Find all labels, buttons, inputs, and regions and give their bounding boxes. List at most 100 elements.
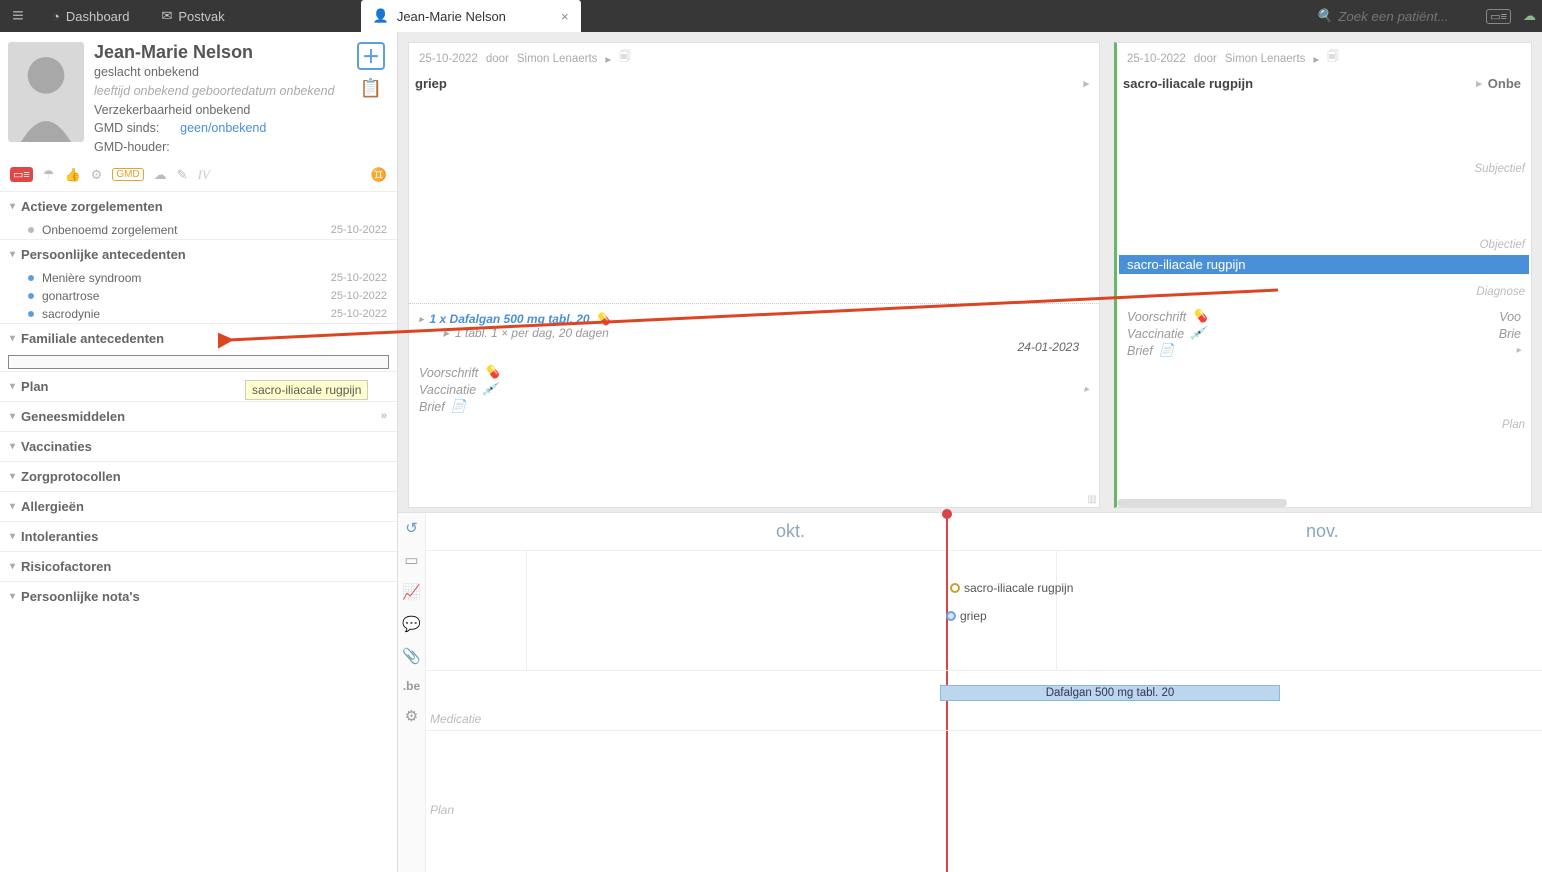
search-input[interactable] bbox=[1338, 9, 1468, 24]
contact-date: 25-10-2022 bbox=[419, 53, 478, 65]
add-button[interactable]: ＋ bbox=[357, 42, 385, 70]
diagnosis-selected[interactable]: sacro-iliacale rugpijn bbox=[1119, 255, 1529, 274]
section-allergieen: ▾ Allergieën bbox=[0, 491, 397, 521]
patient-gender: geslacht onbekend bbox=[94, 63, 347, 82]
dna-icon[interactable]: ♊ bbox=[371, 167, 387, 183]
section-header-actieve[interactable]: ▾ Actieve zorgelementen bbox=[0, 192, 397, 221]
drop-target[interactable] bbox=[8, 355, 389, 369]
settings-icon[interactable]: ⚙ bbox=[405, 707, 418, 725]
stack-icon[interactable]: 🗐 bbox=[1327, 49, 1339, 68]
vaccinatie-row[interactable]: Vaccinatie 💉 ▸ bbox=[419, 381, 1089, 398]
by-label: door bbox=[486, 53, 509, 65]
item-label: Onbenoemd zorgelement bbox=[42, 223, 177, 237]
timeline-row-medicatie: Medicatie Dafalgan 500 mg tabl. 20 bbox=[426, 671, 1542, 731]
section-header-familiale[interactable]: ▾ Familiale antecedenten bbox=[0, 324, 397, 353]
vaccinatie-row[interactable]: Vaccinatie 💉 Brie bbox=[1127, 325, 1521, 342]
section-vaccinaties: ▾ Vaccinaties bbox=[0, 431, 397, 461]
chat-icon[interactable]: 💬 bbox=[402, 615, 421, 633]
section-header-zorgprotocollen[interactable]: ▾ Zorgprotocollen bbox=[0, 462, 397, 491]
umbrella-icon[interactable]: ☂ bbox=[43, 167, 55, 183]
section-title: Vaccinaties bbox=[21, 439, 92, 454]
list-item[interactable]: gonartrose 25-10-2022 bbox=[0, 287, 397, 305]
section-header-notas[interactable]: ▾ Persoonlijke nota's bbox=[0, 582, 397, 611]
chevron-right-icon[interactable]: ▸ bbox=[1084, 384, 1089, 395]
contact-date: 25-10-2022 bbox=[1127, 53, 1186, 65]
syringe-icon: 💉 bbox=[1190, 326, 1206, 341]
horizontal-scrollbar[interactable] bbox=[1117, 499, 1287, 507]
med-title: 1 x Dafalgan 500 mg tabl. 20 bbox=[430, 312, 590, 326]
item-label: gonartrose bbox=[42, 289, 99, 303]
contact-meta: 25-10-2022 door Simon Lenaerts ▸ 🗐 bbox=[409, 43, 1099, 72]
nav-dashboard[interactable]: ◔ Dashboard bbox=[36, 9, 145, 24]
clipboard-icon[interactable]: 📋 bbox=[357, 78, 385, 99]
id-card-icon[interactable]: ▭≡ bbox=[1486, 9, 1511, 24]
stack-icon[interactable]: 🗐 bbox=[619, 49, 631, 68]
section-familiale: ▾ Familiale antecedenten bbox=[0, 323, 397, 369]
chart-icon[interactable]: 📈 bbox=[402, 583, 421, 601]
patient-age-birth: leeftijd onbekend geboortedatum onbekend bbox=[94, 82, 347, 101]
section-header-intoleranties[interactable]: ▾ Intoleranties bbox=[0, 522, 397, 551]
iv-label[interactable]: IV bbox=[198, 167, 210, 183]
section-header-persoonlijke[interactable]: ▾ Persoonlijke antecedenten bbox=[0, 240, 397, 269]
item-date: 25-10-2022 bbox=[331, 224, 387, 236]
bullet-icon bbox=[28, 275, 34, 281]
thumbs-up-icon[interactable]: 👍 bbox=[64, 167, 80, 183]
list-item[interactable]: Onbenoemd zorgelement 25-10-2022 bbox=[0, 221, 397, 239]
item-date: 25-10-2022 bbox=[331, 290, 387, 302]
chevron-right-icon[interactable]: ▸ bbox=[1313, 52, 1319, 66]
chevron-right-icon[interactable]: ▸ bbox=[1516, 345, 1521, 356]
menu-icon[interactable]: ≡ bbox=[0, 5, 36, 28]
pencil-icon[interactable]: ✎ bbox=[177, 167, 188, 183]
more-icon[interactable]: » bbox=[381, 410, 387, 422]
attachment-icon[interactable]: 📎 bbox=[402, 647, 421, 665]
nav-postvak[interactable]: ✉ Postvak bbox=[145, 8, 240, 24]
trunc-brie: Brie bbox=[1499, 327, 1521, 341]
timeline-tools: ↺ ▭ 📈 💬 📎 .be ⚙ bbox=[398, 513, 426, 872]
puzzle-icon[interactable]: ⚙ bbox=[91, 167, 103, 183]
history-icon[interactable]: ↺ bbox=[405, 519, 418, 537]
brief-row[interactable]: Brief 📄 bbox=[419, 398, 1089, 415]
timeline-event-griep[interactable]: griep bbox=[946, 609, 987, 623]
section-header-vaccinaties[interactable]: ▾ Vaccinaties bbox=[0, 432, 397, 461]
patient-tab[interactable]: 👤 Jean-Marie Nelson × bbox=[361, 0, 581, 32]
list-item[interactable]: sacrodynie 25-10-2022 bbox=[0, 305, 397, 323]
bullet-icon bbox=[946, 611, 956, 621]
voorschrift-row[interactable]: Voorschrift 💊 Voo bbox=[1127, 308, 1521, 325]
chevron-right-icon[interactable]: ▸ bbox=[1083, 77, 1089, 90]
gmd-badge[interactable]: GMD bbox=[112, 168, 143, 181]
list-item[interactable]: Menière syndroom 25-10-2022 bbox=[0, 269, 397, 287]
chevron-down-icon: ▾ bbox=[10, 411, 15, 422]
tab-label: Jean-Marie Nelson bbox=[397, 9, 506, 24]
contact-card-griep[interactable]: 25-10-2022 door Simon Lenaerts ▸ 🗐 griep… bbox=[408, 42, 1100, 508]
medication-block[interactable]: ▸ 1 x Dafalgan 500 mg tabl. 20 💊 ▸ 1 tab… bbox=[409, 308, 1099, 358]
resize-handle-icon[interactable]: ▥ bbox=[1088, 494, 1097, 505]
med-bar[interactable]: Dafalgan 500 mg tabl. 20 bbox=[940, 685, 1280, 701]
patient-search[interactable]: 🔍 bbox=[1316, 8, 1468, 24]
cloud-upload-icon[interactable]: ☁ bbox=[154, 167, 167, 183]
section-header-geneesmiddelen[interactable]: ▾ Geneesmiddelen » bbox=[0, 402, 397, 431]
timeline-event-sacro[interactable]: sacro-iliacale rugpijn bbox=[950, 581, 1073, 595]
bullet-icon bbox=[28, 311, 34, 317]
item-label: Menière syndroom bbox=[42, 271, 141, 285]
chevron-right-icon[interactable]: ▸ bbox=[1476, 77, 1482, 90]
brief-row[interactable]: Brief 📄 ▸ bbox=[1127, 342, 1521, 359]
contact-card-sacro[interactable]: 25-10-2022 door Simon Lenaerts ▸ 🗐 sacro… bbox=[1114, 42, 1532, 508]
brief-label: Brief bbox=[419, 400, 445, 414]
section-header-risicofactoren[interactable]: ▾ Risicofactoren bbox=[0, 552, 397, 581]
chevron-right-icon: ▸ bbox=[443, 326, 449, 340]
gmd-since-label: GMD sinds: bbox=[94, 121, 159, 135]
timeline-row-plan: Plan bbox=[426, 731, 1542, 821]
voorschrift-row[interactable]: Voorschrift 💊 bbox=[419, 364, 1089, 381]
book-icon[interactable]: ▭ bbox=[404, 551, 418, 569]
row-label: Plan bbox=[430, 803, 454, 817]
cloud-icon[interactable]: ☁ bbox=[1523, 8, 1536, 24]
chevron-right-icon[interactable]: ▸ bbox=[605, 52, 611, 66]
be-icon[interactable]: .be bbox=[403, 679, 420, 693]
timeline[interactable]: okt. nov. sacro-iliacale rugpijn griep bbox=[426, 513, 1542, 872]
chevron-down-icon: ▾ bbox=[10, 531, 15, 542]
close-icon[interactable]: × bbox=[561, 9, 569, 24]
section-header-allergieen[interactable]: ▾ Allergieën bbox=[0, 492, 397, 521]
id-badge-icon[interactable]: ▭≡ bbox=[10, 167, 33, 182]
section-title: Plan bbox=[21, 379, 48, 394]
gmd-since-value[interactable]: geen/onbekend bbox=[180, 121, 266, 135]
